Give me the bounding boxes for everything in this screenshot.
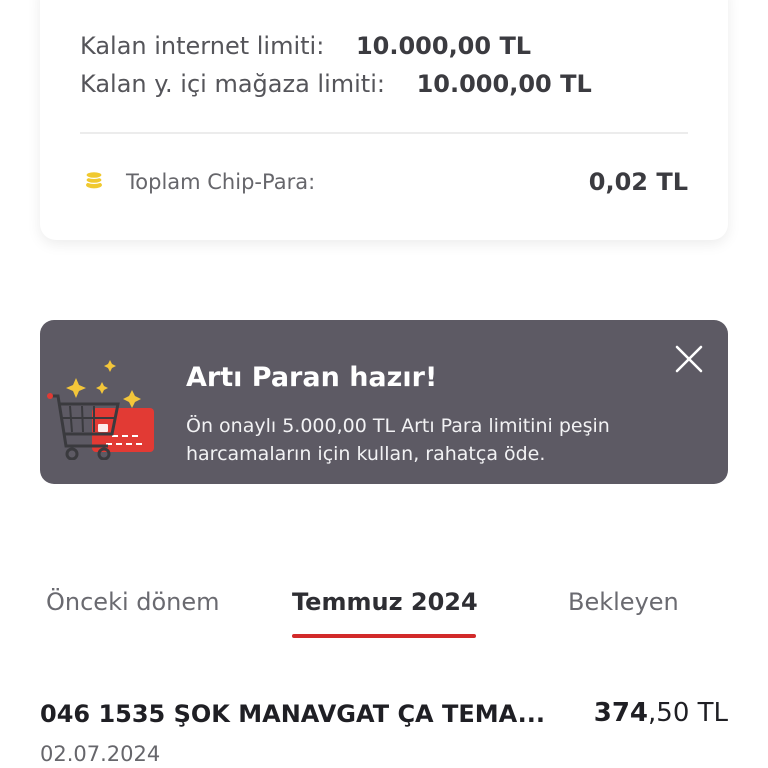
- internet-limit-label: Kalan internet limiti:: [80, 32, 325, 60]
- arti-para-banner[interactable]: Artı Paran hazır! Ön onaylı 5.000,00 TL …: [40, 320, 728, 484]
- tab-current-period[interactable]: Temmuz 2024: [292, 588, 478, 616]
- tab-pending[interactable]: Bekleyen: [568, 588, 679, 616]
- coin-stack-icon: [85, 170, 103, 189]
- promo-description: Ön onaylı 5.000,00 TL Artı Para limitini…: [186, 415, 610, 465]
- chip-para-label: Toplam Chip-Para:: [126, 170, 316, 194]
- promo-title: Artı Paran hazır!: [186, 362, 438, 393]
- active-tab-indicator: [292, 634, 476, 638]
- transaction-merchant[interactable]: 046 1535 ŞOK MANAVGAT ÇA TEMA...: [40, 700, 560, 728]
- transaction-amount: 374,50 TL: [594, 698, 728, 728]
- store-limit-label: Kalan y. içi mağaza limiti:: [80, 70, 385, 98]
- store-limit-value: 10.000,00 TL: [416, 70, 592, 98]
- transaction-amount-integer: 374: [593, 698, 649, 728]
- internet-limit-row: Kalan internet limiti: 10.000,00 TL: [80, 32, 531, 60]
- screen: Kalan internet limiti: 10.000,00 TL Kala…: [0, 0, 768, 768]
- store-limit-row: Kalan y. içi mağaza limiti: 10.000,00 TL: [80, 70, 592, 98]
- close-icon[interactable]: [672, 342, 706, 376]
- internet-limit-value: 10.000,00 TL: [355, 32, 532, 60]
- tab-previous-period[interactable]: Önceki dönem: [46, 588, 220, 616]
- limits-card: Kalan internet limiti: 10.000,00 TL Kala…: [40, 0, 728, 240]
- divider: [80, 132, 688, 134]
- shopping-cart-card-icon: [47, 360, 154, 460]
- transaction-amount-decimal: ,50 TL: [648, 698, 728, 728]
- chip-para-value: 0,02 TL: [588, 168, 688, 196]
- transaction-date: 02.07.2024: [40, 742, 161, 766]
